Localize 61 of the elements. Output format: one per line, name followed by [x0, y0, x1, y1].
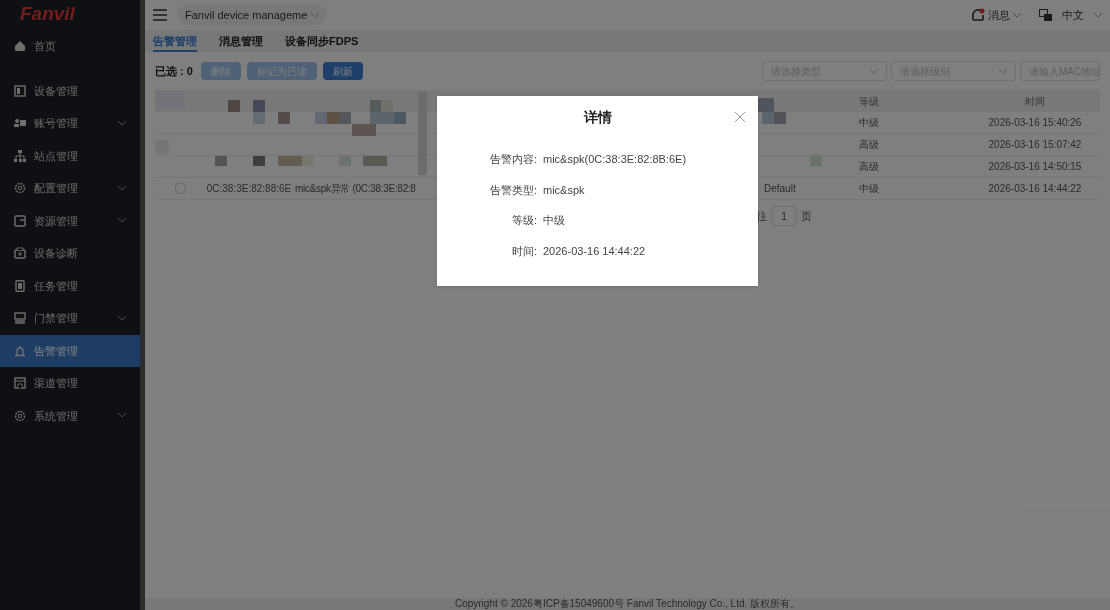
caret-icon — [1013, 12, 1021, 18]
table-cell: 2026-03-16 14:44:22 — [988, 183, 1082, 194]
gear-icon — [14, 182, 26, 195]
caret-icon — [311, 12, 320, 18]
folder-icon — [14, 214, 26, 227]
table-cell: 2026-03-16 14:50:15 — [988, 161, 1082, 172]
field-label: 告警内容: — [488, 152, 538, 167]
chevron-icon — [118, 315, 127, 321]
dialog-title: 详情 — [583, 107, 612, 127]
table-cell: 2026-03-16 15:07:42 — [988, 139, 1082, 150]
tablet-icon — [14, 279, 26, 292]
table-cell: 高级 — [859, 161, 879, 172]
chevron-icon — [118, 120, 127, 126]
table-cell: mic&spk异常 (0C:38:3E:82:8 — [295, 183, 416, 194]
tab[interactable]: 设备同步FDPS — [285, 32, 359, 52]
chevron-icon — [118, 413, 127, 419]
logo: Fanvil — [20, 3, 75, 23]
page-input[interactable]: 1 — [771, 206, 797, 226]
bell-icon — [14, 344, 26, 357]
sidebar-item[interactable]: 告警管理 — [0, 334, 141, 367]
selected-count: 已选 : 0 — [155, 63, 193, 79]
caret-icon — [999, 68, 1007, 74]
field-label: 等级: — [510, 213, 538, 228]
field-value: mic&spk — [543, 182, 585, 198]
table-cell: 0C:38:3E:82:88:6E — [206, 183, 292, 194]
chevron-icon — [118, 185, 127, 191]
sitemap-icon — [14, 149, 26, 162]
screen-icon[interactable] — [1039, 9, 1052, 21]
monitor-icon — [14, 312, 26, 325]
checkbox[interactable] — [174, 183, 186, 194]
table-cell: 2026-03-16 15:40:26 — [988, 117, 1082, 128]
field-value: mic&spk(0C:38:3E:82:8B:6E) — [543, 152, 687, 167]
bell-icon — [971, 8, 985, 22]
caret-icon — [870, 68, 878, 74]
breadcrumb[interactable]: Fanvil device manageme — [177, 5, 328, 25]
field-label: 告警类型: — [488, 182, 538, 198]
chevron-icon — [118, 218, 127, 224]
table-cell: Default — [764, 183, 796, 194]
field-label: 时间: — [510, 243, 538, 259]
messages-button[interactable]: 消息 — [971, 6, 1021, 24]
column-header: 时间 — [1024, 94, 1046, 109]
column-header: 等级 — [858, 94, 880, 109]
table-cell: 中级 — [859, 183, 879, 194]
gear-icon — [14, 409, 26, 422]
close-icon[interactable] — [735, 112, 745, 122]
home-icon — [14, 40, 26, 53]
menu-icon[interactable] — [153, 9, 167, 21]
copyright-text: Copyright © 2026粤ICP备15049600号 Fanvil Technology Co., Ltd. 版权所有。 — [454, 599, 801, 609]
panel-icon — [14, 84, 26, 97]
table-cell: 中级 — [859, 117, 879, 128]
tab[interactable]: 告警管理 — [153, 32, 197, 52]
toolbar-button[interactable]: 刷新 — [322, 62, 363, 80]
table-cell: 高级 — [859, 139, 879, 150]
pagination-label: 页 — [801, 208, 812, 224]
people-icon — [14, 117, 26, 130]
language-button[interactable]: 中文 — [1062, 6, 1102, 24]
caret-icon — [1094, 12, 1102, 18]
first-aid-icon — [14, 247, 26, 260]
tab[interactable]: 消息管理 — [219, 32, 263, 52]
field-value: 2026-03-16 14:44:22 — [543, 243, 646, 259]
field-value: 中级 — [543, 213, 565, 228]
